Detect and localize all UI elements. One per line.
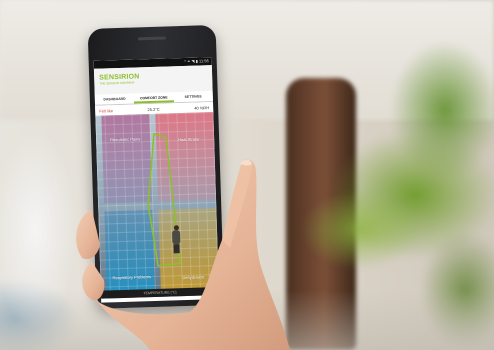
person-silhouette [171,225,182,254]
tab-comfort-zone[interactable]: COMFORT ZONE [134,92,174,104]
tab-settings[interactable]: SETTINGS [173,91,213,102]
zone-label-heat-stroke: Heat Stroke [178,136,200,143]
comfort-zone-chart[interactable]: Rheumatic Pains Heat Stroke Respiratory … [95,112,220,299]
zone-label-dehydration: Dehydration [182,274,205,281]
tab-dashboard[interactable]: DASHBOARD [95,94,135,105]
app-header: SENSIRION THE SENSOR COMPANY [93,65,213,95]
phone-earpiece [137,36,167,41]
floor-shade [0,290,494,350]
zone-label-rheumatic-pains: Rheumatic Pains [110,136,141,143]
background-photo [0,0,494,350]
smartphone: * ⚭ ◥ ▮ 11:56 SENSIRION THE SENSOR COMPA… [87,24,225,309]
phone-screen: * ⚭ ◥ ▮ 11:56 SENSIRION THE SENSOR COMPA… [93,57,220,303]
plant-leaves [300,190,420,270]
